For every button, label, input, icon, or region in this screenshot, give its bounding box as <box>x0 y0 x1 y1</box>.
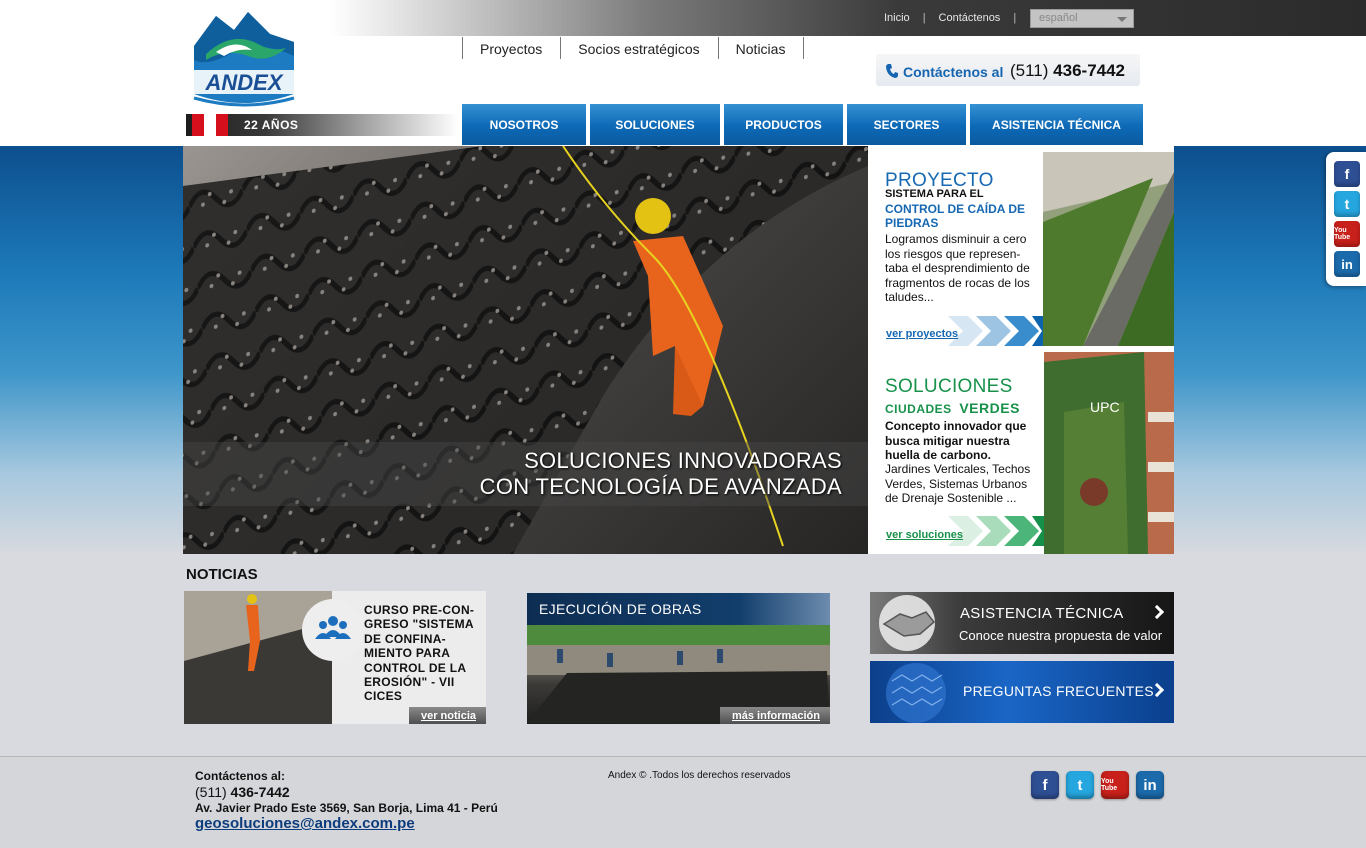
icon-bubble <box>302 599 364 661</box>
nav-productos[interactable]: PRODUCTOS <box>724 104 843 145</box>
panel-soluciones-title: SOLUCIONES <box>885 376 1013 397</box>
hero-banner[interactable]: SOLUCIONES INNOVADORAS CON TECNOLOGÍA DE… <box>183 146 868 554</box>
youtube-icon[interactable]: You Tube <box>1334 221 1360 247</box>
separator: | <box>922 12 926 24</box>
chevron-down-icon <box>1117 17 1127 22</box>
social-side-tab: f t You Tube in <box>1326 152 1366 286</box>
footer-phone: (511) 436-7442 <box>195 784 290 800</box>
years-label: 22 AÑOS <box>244 118 299 132</box>
promo-asistencia-tecnica[interactable]: ASISTENCIA TÉCNICA Conoce nuestra propue… <box>870 592 1174 654</box>
chevrons-icon <box>948 516 1058 546</box>
language-value: español <box>1039 12 1078 24</box>
green-wall-photo: UPC <box>1044 352 1174 554</box>
top-links: Inicio | Contáctenos | <box>884 12 1029 24</box>
linkedin-icon[interactable]: in <box>1136 771 1164 799</box>
mesh-icon <box>886 663 946 723</box>
twitter-icon[interactable]: t <box>1334 191 1360 217</box>
footer-contact-label: Contáctenos al: <box>195 769 286 783</box>
ver-soluciones-link[interactable]: ver soluciones <box>886 529 963 541</box>
linkedin-icon[interactable]: in <box>1334 251 1360 277</box>
panel-proyecto[interactable]: PROYECTO SISTEMA PARA EL CONTROL DE CAÍD… <box>868 146 1174 352</box>
facebook-icon[interactable]: f <box>1334 161 1360 187</box>
promo-title: ASISTENCIA TÉCNICA <box>960 605 1124 622</box>
nav-soluciones[interactable]: SOLUCIONES <box>590 104 720 145</box>
hero-headline: SOLUCIONES INNOVADORAS CON TECNOLOGÍA DE… <box>479 448 842 499</box>
noticias-heading: NOTICIAS <box>186 566 258 583</box>
contact-label: Contáctenos al <box>903 64 1004 80</box>
promo-subtitle: Conoce nuestra propuesta de valor <box>959 628 1163 643</box>
group-icon <box>315 616 351 639</box>
handshake-icon <box>879 595 936 651</box>
upc-sign: UPC <box>1090 399 1120 415</box>
panel-soluciones-body: Jardines Verticales, Techos Verdes, Sist… <box>885 462 1031 505</box>
facebook-icon[interactable]: f <box>1031 771 1059 799</box>
phone-icon <box>886 64 898 78</box>
nav-nosotros[interactable]: NOSOTROS <box>462 104 586 145</box>
language-select[interactable]: español <box>1030 9 1134 28</box>
mas-informacion-button[interactable]: más información <box>719 707 830 724</box>
news-title: EJECUCIÓN DE OBRAS <box>539 601 702 617</box>
footer-address: Av. Javier Prado Este 3569, San Borja, L… <box>195 801 498 815</box>
ver-noticia-button[interactable]: ver noticia <box>408 707 486 724</box>
nav-asistencia-tecnica[interactable]: ASISTENCIA TÉCNICA <box>970 104 1143 145</box>
contact-phone-box[interactable]: Contáctenos al (511) 436-7442 <box>876 54 1140 86</box>
highway-photo <box>1043 152 1174 346</box>
panel-soluciones-lead: Concepto innovador que busca mitigar nue… <box>885 419 1027 462</box>
secondary-nav: Proyectos Socios estratégicos Noticias <box>462 37 805 59</box>
chevron-right-icon <box>1149 604 1165 620</box>
logo-text: ANDEX <box>204 70 283 95</box>
panel-soluciones-subtitle: CIUDADES VERDES <box>885 400 1020 416</box>
footer: Contáctenos al: (511) 436-7442 Av. Javie… <box>0 756 1366 848</box>
contact-number: (511) 436-7442 <box>1010 61 1126 80</box>
link-inicio[interactable]: Inicio <box>884 12 910 24</box>
peru-flag-icon <box>192 114 228 136</box>
subnav-noticias[interactable]: Noticias <box>717 37 805 59</box>
subnav-socios[interactable]: Socios estratégicos <box>560 37 717 59</box>
nav-sectores[interactable]: SECTORES <box>847 104 966 145</box>
footer-email-link[interactable]: geosoluciones@andex.com.pe <box>195 815 415 832</box>
panel-soluciones[interactable]: SOLUCIONES CIUDADES VERDES Concepto inno… <box>868 352 1174 554</box>
panel-proyecto-body: Logramos disminuir a cero los riesgos qu… <box>885 232 1030 304</box>
news-title: CURSO PRE-CON-GRESO "SISTEMA DE CONFINA-… <box>364 603 475 704</box>
chevrons-icon <box>948 316 1058 346</box>
main-nav: NOSOTROS SOLUCIONES PRODUCTOS SECTORES A… <box>462 104 1143 145</box>
news-card-obras[interactable]: EJECUCIÓN DE OBRAS más información <box>527 593 830 724</box>
subnav-proyectos[interactable]: Proyectos <box>462 37 560 59</box>
panel-proyecto-subtitle: SISTEMA PARA EL <box>885 188 984 200</box>
youtube-icon[interactable]: You Tube <box>1101 771 1129 799</box>
panel-proyecto-subtitle-2: CONTROL DE CAÍDA DE PIEDRAS <box>885 202 1026 230</box>
separator: | <box>1013 12 1017 24</box>
andex-logo[interactable]: ANDEX <box>186 8 302 108</box>
promo-preguntas-frecuentes[interactable]: PREGUNTAS FRECUENTES <box>870 661 1174 723</box>
promo-title: PREGUNTAS FRECUENTES <box>963 683 1154 699</box>
news-title-bar: EJECUCIÓN DE OBRAS <box>527 593 830 625</box>
link-contactenos[interactable]: Contáctenos <box>939 12 1001 24</box>
footer-copyright: Andex © .Todos los derechos reservados <box>608 770 791 781</box>
ver-proyectos-link[interactable]: ver proyectos <box>886 328 958 340</box>
news-card-curso[interactable]: CURSO PRE-CON-GRESO "SISTEMA DE CONFINA-… <box>184 591 486 724</box>
twitter-icon[interactable]: t <box>1066 771 1094 799</box>
anniversary-bar: 22 AÑOS <box>186 114 458 136</box>
